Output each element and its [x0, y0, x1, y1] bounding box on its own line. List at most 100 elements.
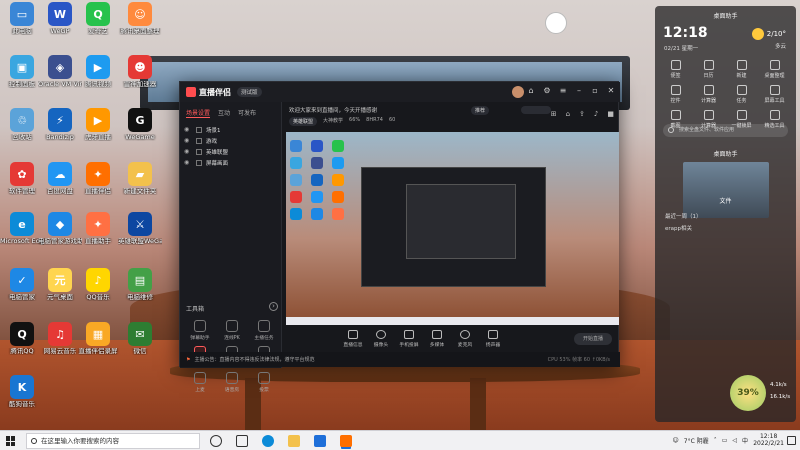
app-icon: W: [48, 2, 72, 26]
desktop-icon-label: 新建文件夹: [123, 188, 157, 195]
desktop-icon[interactable]: ☻ 雷神加速器: [118, 55, 162, 88]
shortcut-button[interactable]: 日历: [692, 60, 725, 79]
widget-search-input[interactable]: 搜索全盘文件、软件应用: [663, 124, 788, 137]
minimize-icon[interactable]: –: [574, 86, 584, 95]
desktop-icon[interactable]: Q 爱奇艺: [76, 2, 120, 35]
sun-icon: [751, 28, 764, 40]
shortcut-button[interactable]: 新建: [725, 60, 758, 79]
close-icon[interactable]: ✕: [606, 86, 616, 95]
settings-icon[interactable]: ⚙: [542, 86, 552, 95]
people-icon[interactable]: ☺: [673, 437, 679, 444]
scene-item[interactable]: ◉ 场景1: [184, 124, 277, 135]
taskbar-clock[interactable]: 12:18 2022/2/21: [753, 433, 784, 447]
mini-preview[interactable]: [683, 162, 769, 218]
eye-icon[interactable]: ◉: [184, 126, 192, 133]
tool-button[interactable]: 语音房: [216, 372, 248, 393]
recommend-chip[interactable]: 推荐: [471, 106, 490, 115]
mail-icon[interactable]: [314, 435, 326, 447]
tool-button[interactable]: 投票: [248, 372, 280, 393]
eye-icon[interactable]: ◉: [184, 148, 192, 155]
tab-scenes[interactable]: 场景设置: [186, 108, 211, 118]
desktop-icon[interactable]: ✦ 直播伴侣: [76, 162, 120, 195]
network-icon[interactable]: ▭: [722, 437, 728, 444]
shortcut-button[interactable]: 计算器: [692, 85, 725, 104]
app-icon: ◈: [48, 55, 72, 79]
widget-weather[interactable]: 2/10° 多云: [751, 28, 786, 50]
camera-button[interactable]: 摄像头: [367, 330, 395, 348]
microphone-button[interactable]: 麦克风: [451, 330, 479, 348]
scene-item[interactable]: ◉ 游戏: [184, 135, 277, 146]
tool-icon: [258, 320, 270, 332]
maximize-icon[interactable]: ▫: [590, 86, 600, 95]
tab-publish[interactable]: 可发布: [238, 108, 256, 118]
shortcut-icon: [769, 85, 780, 95]
eye-icon[interactable]: ◉: [184, 159, 192, 166]
tool-button[interactable]: 弹幕助手: [184, 320, 216, 341]
desktop-icon-label: 英雄联盟WeGame版: [118, 238, 162, 245]
bell-icon[interactable]: ♪: [594, 110, 598, 118]
chevron-up-icon[interactable]: ˄: [714, 437, 717, 444]
app-icon: ▶: [86, 108, 110, 132]
edit-chip[interactable]: [521, 106, 551, 114]
avatar[interactable]: [512, 86, 524, 98]
shortcut-button[interactable]: 桌面整理: [758, 60, 791, 79]
add-tool-icon[interactable]: ›: [269, 302, 278, 311]
desktop-icon[interactable]: ▶ 腾讯视频: [76, 55, 120, 88]
live-companion-taskbar-icon[interactable]: [340, 435, 352, 447]
scene-item[interactable]: ◉ 英雄联盟: [184, 146, 277, 157]
cortana-icon[interactable]: [210, 435, 222, 447]
app-title-bar[interactable]: 直播伴侣 测试版 ⌂ ⚙ ≡ – ▫ ✕: [180, 82, 620, 102]
desktop-icon[interactable]: ▰ 新建文件夹: [118, 162, 162, 195]
eye-icon[interactable]: ◉: [184, 137, 192, 144]
home-icon[interactable]: ⌂: [566, 110, 570, 118]
tool-button[interactable]: 上麦: [184, 372, 216, 393]
weather-text[interactable]: 7°C 阴霾: [684, 436, 709, 445]
desktop-icon[interactable]: K 酷狗音乐: [0, 375, 44, 408]
share-icon[interactable]: ⇪: [579, 110, 585, 118]
stream-preview[interactable]: [286, 132, 619, 325]
taskbar-search-input[interactable]: 在这里输入你要搜索的内容: [26, 433, 200, 449]
windows-start-icon[interactable]: [6, 436, 16, 446]
announcement-text[interactable]: 主播公告：直播内容不得违反法律法规，遵守平台规范: [194, 356, 314, 363]
scene-item[interactable]: ◉ 屏幕画面: [184, 157, 277, 168]
task-view-icon[interactable]: [236, 435, 248, 447]
desktop-icon[interactable]: ▦ 直播伴侣录屏: [76, 322, 120, 355]
desktop-icon[interactable]: ⚔ 英雄联盟WeGame版: [118, 212, 162, 245]
desktop-icon[interactable]: ♪ QQ音乐: [76, 268, 120, 301]
live-info-button[interactable]: 直播信息: [339, 330, 367, 348]
stop-icon[interactable]: ■: [607, 110, 614, 118]
gift-icon[interactable]: ⊞: [551, 110, 557, 118]
file-explorer-icon[interactable]: [288, 435, 300, 447]
phone-cast-button[interactable]: 手机投屏: [395, 330, 423, 348]
tool-button[interactable]: 连线PK: [216, 320, 248, 341]
desktop-icon[interactable]: ✉ 微信: [118, 322, 162, 355]
shortcut-button[interactable]: 便签: [659, 60, 692, 79]
start-live-button[interactable]: 开始直播: [574, 333, 612, 345]
desktop-icon-label: 腾讯桌面整理: [120, 28, 160, 35]
speaker-button[interactable]: 扬声器: [479, 330, 507, 348]
menu-icon[interactable]: ≡: [558, 86, 568, 95]
tool-button[interactable]: 主播任务: [248, 320, 280, 341]
ime-indicator[interactable]: 中: [742, 436, 748, 445]
desktop-icon[interactable]: ▤ 电脑维修: [118, 268, 162, 301]
live-streaming-app-window[interactable]: 直播伴侣 测试版 ⌂ ⚙ ≡ – ▫ ✕ 场景设置 互动 可发布 ◉ 场景1 ◉ 游…: [179, 81, 620, 393]
desktop-icon[interactable]: ▶ 虎牙直播: [76, 108, 120, 141]
category-tag[interactable]: 英雄联盟: [289, 117, 318, 126]
multimedia-button[interactable]: 多媒体: [423, 330, 451, 348]
shortcut-button[interactable]: 屏幕工具: [758, 85, 791, 104]
desktop-icon[interactable]: ✦ 直播助手: [76, 212, 120, 245]
file-item[interactable]: 最近一周（1）: [665, 212, 702, 220]
shortcut-label: 日历: [703, 73, 714, 79]
file-item[interactable]: erapp相关: [665, 224, 692, 232]
edge-icon[interactable]: [262, 435, 274, 447]
shortcut-button[interactable]: 任务: [725, 85, 758, 104]
performance-orb[interactable]: 39%: [730, 375, 766, 411]
desktop-icon[interactable]: G WeGame: [118, 108, 162, 141]
gift-icon[interactable]: ⌂: [526, 86, 536, 95]
tab-interaction[interactable]: 互动: [218, 108, 230, 118]
desktop-icon[interactable]: ☺ 腾讯桌面整理: [118, 2, 162, 35]
app-icon: ▰: [128, 162, 152, 186]
volume-icon[interactable]: ◁: [732, 437, 737, 444]
notification-icon[interactable]: [787, 436, 796, 445]
shortcut-button[interactable]: 控件: [659, 85, 692, 104]
